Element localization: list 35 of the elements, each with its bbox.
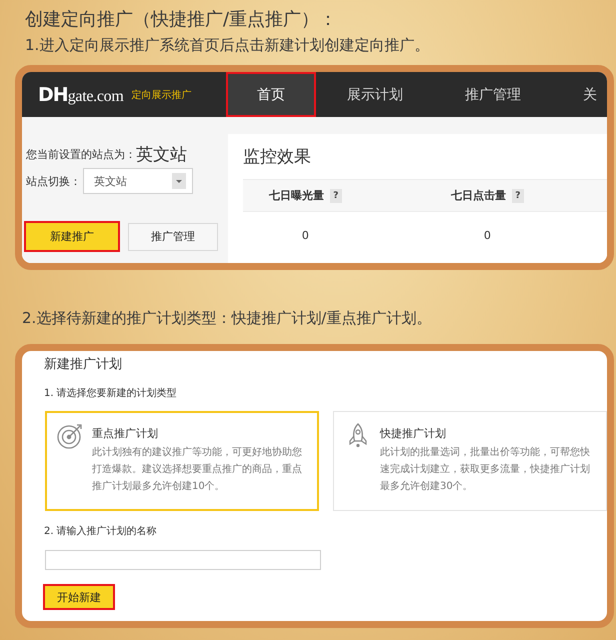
switch-label: 站点切换： [26,174,82,188]
start-button[interactable]: 开始新建 [43,584,115,610]
site-select[interactable]: 英文站 [83,168,193,194]
nav-tab[interactable]: 首页 [226,72,316,117]
secondary-button[interactable]: 推广管理 [128,222,218,250]
primary-button[interactable]: 新建推广 [24,221,120,252]
help-badge[interactable]: ? [512,188,524,202]
nav-tab[interactable]: 推广管理 [434,72,552,117]
panel-title: 监控效果 [243,146,312,169]
help-badge[interactable]: ? [330,188,342,202]
page-heading: 创建定向推广（快捷推广/重点推广）： [24,8,338,32]
card-title: 快捷推广计划 [380,426,447,442]
column-header-label: 七日点击量 [450,188,506,203]
name-input[interactable] [45,550,321,570]
site-value: 英文站 [136,144,187,166]
step-instruction: 1.进入定向展示推广系统首页后点击新建计划创建定向推广。 [24,35,430,56]
card-title: 重点推广计划 [92,426,159,442]
table-cell: 0 [484,228,491,242]
target-icon [57,423,83,449]
logo[interactable]: DHgate.com [38,84,124,106]
logo-tagline: 定向展示推广 [131,88,192,102]
dialog-title: 新建推广计划 [44,356,123,374]
plan-type-card[interactable]: 重点推广计划 此计划独有的建议推广等功能，可更好地协助您打造爆款。建议选择想要重点推广的商品，重点推广计划最多允许创建10个。 [45,411,319,511]
plan-type-card[interactable]: 快捷推广计划 此计划的批量选词，批量出价等功能，可帮您快速完成计划建立，获取更多流量，快捷推广计划最多允许创建30个。 [333,411,607,511]
site-label: 您当前设置的站点为： [26,146,136,162]
column-header-label: 七日曝光量 [268,188,324,203]
section-label: 1. 请选择您要新建的计划类型 [44,387,178,401]
step-instruction: 2.选择待新建的推广计划类型：快捷推广计划/重点推广计划。 [21,308,432,329]
caret-icon [172,173,186,189]
card-description: 此计划独有的建议推广等功能，可更好地协助您打造爆款。建议选择想要重点推广的商品，重点推广计划最多允许创建10个。 [92,446,303,494]
section-label: 2. 请输入推广计划的名称 [44,525,158,539]
nav-tab[interactable]: 关 [552,72,607,117]
nav-tab[interactable]: 展示计划 [316,72,434,117]
card-description: 此计划的批量选词，批量出价等功能，可帮您快速完成计划建立，获取更多流量，快捷推广计划最多允许创建30个。 [380,446,591,494]
table-cell: 0 [302,228,309,242]
